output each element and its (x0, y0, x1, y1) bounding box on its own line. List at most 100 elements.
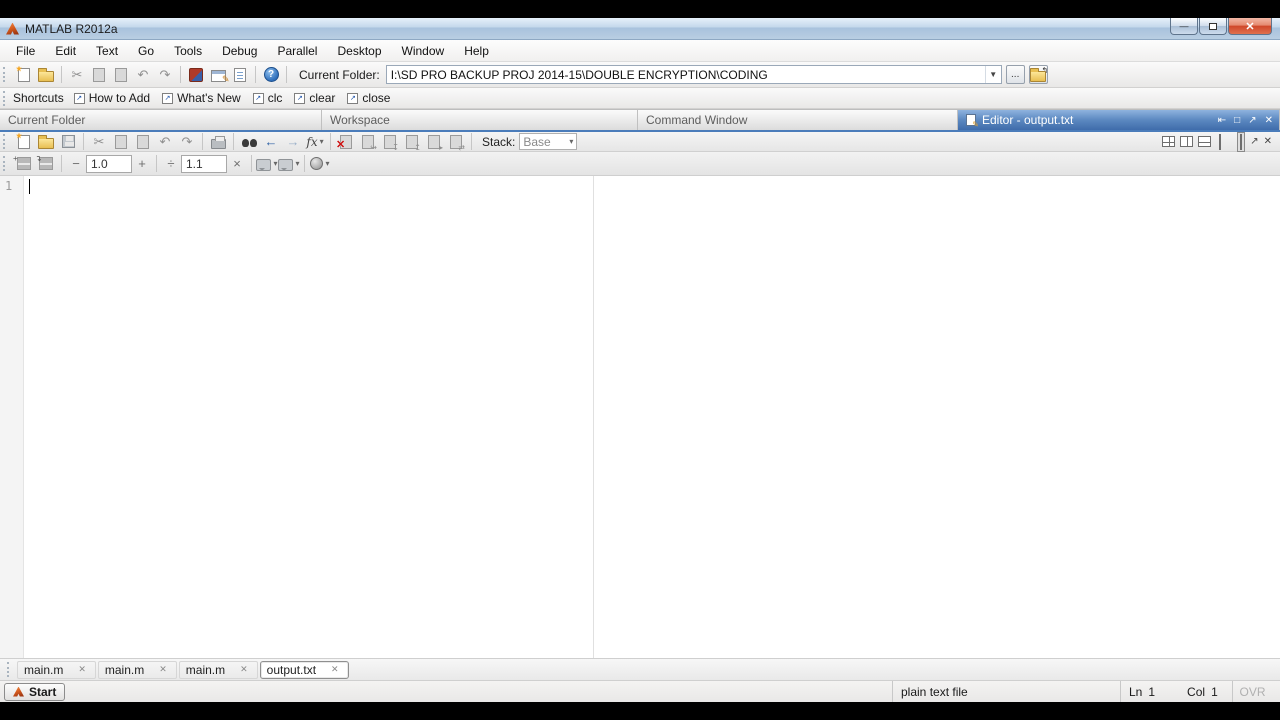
comment-button[interactable]: ▾ (256, 153, 278, 174)
menu-debug[interactable]: Debug (212, 41, 267, 61)
shortcut-whats-new[interactable]: ↗ What's New (162, 91, 241, 105)
undo-button[interactable]: ↶ (132, 64, 154, 85)
split-vertical-icon[interactable] (1180, 136, 1194, 147)
editor-undo-button[interactable]: ↶ (154, 131, 176, 152)
insert-cell-divider-button[interactable]: + (13, 153, 35, 174)
doc-tab-main-1[interactable]: main.m ✕ (17, 660, 96, 679)
open-file-button[interactable] (35, 64, 57, 85)
editor-area[interactable]: 1 (0, 176, 1280, 658)
redo-button[interactable]: ↷ (154, 64, 176, 85)
redo-icon: ↷ (181, 134, 193, 149)
tab-command-window[interactable]: Command Window (638, 110, 958, 130)
toolbar-grip[interactable] (3, 90, 8, 106)
find-button[interactable] (238, 131, 260, 152)
toolbar-grip[interactable] (3, 156, 8, 171)
go-forward-button[interactable]: → (282, 131, 304, 152)
uncomment-icon (278, 158, 294, 171)
editor-copy-button[interactable] (110, 131, 132, 152)
stack-select[interactable]: Base ▾ (519, 133, 578, 150)
close-panel-icon[interactable]: ✕ (1265, 115, 1273, 126)
paste-button[interactable] (110, 64, 132, 85)
folder-up-button[interactable]: ↰ (1028, 65, 1048, 84)
menu-window[interactable]: Window (392, 41, 455, 61)
next-cell-button[interactable]: ↴ (35, 153, 57, 174)
editor-paste-button[interactable] (132, 131, 154, 152)
close-tab-icon[interactable]: ✕ (328, 663, 342, 676)
minimize-button[interactable]: — (1170, 18, 1198, 35)
menu-desktop[interactable]: Desktop (327, 41, 391, 61)
uncomment-button[interactable]: ▾ (278, 153, 300, 174)
undo-icon: ↶ (159, 134, 171, 149)
close-tab-icon[interactable]: ✕ (156, 663, 170, 676)
cut-button[interactable]: ✂ (66, 64, 88, 85)
exit-debug-button[interactable]: ⇄ (445, 131, 467, 152)
step-in-button[interactable]: ↧ (379, 131, 401, 152)
current-folder-input[interactable] (386, 67, 985, 82)
editor-save-button[interactable] (57, 131, 79, 152)
tab-editor[interactable]: Editor - output.txt ⇤ □ ↗ ✕ (958, 110, 1280, 130)
toolbar-grip[interactable] (3, 67, 8, 82)
shortcut-close[interactable]: ↗ close (347, 91, 390, 105)
dock-icon[interactable]: ⇤ (1218, 115, 1226, 126)
editor-redo-button[interactable]: ↷ (176, 131, 198, 152)
toolbar-grip[interactable] (7, 662, 12, 677)
editor-new-button[interactable] (13, 131, 35, 152)
shortcut-clc[interactable]: ↗ clc (252, 91, 282, 105)
combo-dropdown-button[interactable]: ▼ (984, 66, 1001, 83)
editor-cut-button[interactable]: ✂ (88, 131, 110, 152)
simulink-button[interactable] (185, 64, 207, 85)
menu-help[interactable]: Help (454, 41, 499, 61)
publish-button[interactable]: ▾ (309, 153, 331, 174)
new-file-button[interactable] (13, 64, 35, 85)
float-windows-icon[interactable] (1216, 133, 1232, 150)
close-tab-icon[interactable]: ✕ (75, 663, 89, 676)
increase-value-button[interactable]: + (132, 154, 152, 174)
menu-tools[interactable]: Tools (164, 41, 212, 61)
doc-tab-output[interactable]: output.txt ✕ (259, 660, 349, 679)
browse-folder-button[interactable]: ... (1005, 65, 1025, 84)
step-button[interactable]: ↪ (357, 131, 379, 152)
copy-button[interactable] (88, 64, 110, 85)
toolbar-grip[interactable] (3, 134, 8, 149)
multiply-value-button[interactable]: × (227, 154, 247, 174)
shortcut-clear[interactable]: ↗ clear (294, 91, 335, 105)
editor-toolbar: ✂ ↶ ↷ ← → fx ▾ ✕ ↪ ↧ ↥ ▸ ⇄ Stack: Base ▾ … (0, 131, 1280, 152)
run-button[interactable]: ▸ (423, 131, 445, 152)
step-out-button[interactable]: ↥ (401, 131, 423, 152)
shortcut-icon: ↗ (73, 92, 85, 104)
menu-go[interactable]: Go (128, 41, 164, 61)
doc-tab-main-2[interactable]: main.m ✕ (97, 660, 177, 679)
menu-parallel[interactable]: Parallel (267, 41, 327, 61)
value-field-1[interactable] (86, 154, 132, 173)
decrease-value-button[interactable]: − (66, 154, 86, 174)
undock-icon[interactable]: ↗ (1250, 136, 1258, 147)
tab-workspace[interactable]: Workspace (322, 110, 638, 130)
start-button[interactable]: Start (4, 682, 66, 701)
close-button[interactable]: ✕ (1228, 18, 1272, 35)
editor-open-button[interactable] (35, 131, 57, 152)
tab-current-folder[interactable]: Current Folder (0, 110, 322, 130)
menu-file[interactable]: File (6, 41, 45, 61)
status-bar: Start plain text file Ln 1 Col 1 OVR (0, 680, 1280, 702)
close-icon[interactable]: ✕ (1264, 136, 1272, 147)
value-field-2[interactable] (181, 154, 227, 173)
clear-breakpoints-button[interactable]: ✕ (335, 131, 357, 152)
doc-tab-main-3[interactable]: main.m ✕ (178, 660, 258, 679)
maximize-icon[interactable]: □ (1234, 115, 1240, 126)
guide-button[interactable]: ✎ (207, 64, 230, 85)
split-horizontal-icon[interactable] (1198, 136, 1212, 147)
divide-value-button[interactable]: ÷ (161, 154, 181, 174)
go-back-button[interactable]: ← (260, 131, 282, 152)
menu-text[interactable]: Text (86, 41, 128, 61)
menu-edit[interactable]: Edit (45, 41, 86, 61)
undock-icon[interactable]: ↗ (1248, 115, 1256, 126)
close-tab-icon[interactable]: ✕ (237, 663, 251, 676)
print-button[interactable] (207, 131, 229, 152)
restore-button[interactable] (1199, 18, 1227, 35)
single-window-selected[interactable] (1237, 131, 1246, 152)
profiler-button[interactable] (229, 64, 251, 85)
help-button[interactable]: ? (260, 64, 282, 85)
function-browser-button[interactable]: fx ▾ (304, 131, 326, 152)
split-grid-icon[interactable] (1162, 136, 1176, 147)
shortcut-how-to-add[interactable]: ↗ How to Add (73, 91, 150, 105)
